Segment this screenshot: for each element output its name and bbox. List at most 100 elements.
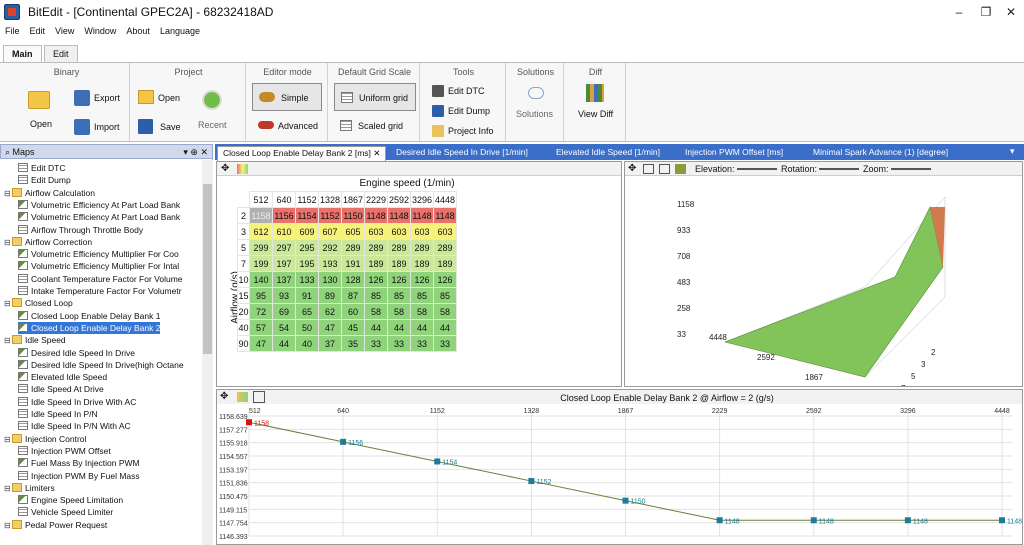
panel-controls[interactable]: ▾ ⊕ ✕	[183, 147, 208, 158]
tree-item[interactable]: Idle Speed In P/N	[18, 408, 98, 420]
grid-cell[interactable]: 189	[410, 255, 434, 272]
grid-cell[interactable]: 189	[364, 255, 388, 272]
tree-item[interactable]: Engine Speed Limitation	[18, 494, 123, 506]
chart-color-icon[interactable]	[237, 392, 248, 402]
rotation-slider[interactable]	[819, 168, 859, 170]
tree-folder[interactable]: ⊟ Limiters	[4, 482, 55, 494]
grid-cell[interactable]: 612	[249, 223, 273, 240]
edit-dump-button[interactable]: Edit Dump	[448, 106, 490, 116]
grid-cell[interactable]: 289	[341, 239, 365, 256]
grid-cell[interactable]: 33	[410, 335, 434, 352]
grid-cell[interactable]: 1148	[387, 207, 411, 224]
grid-cell[interactable]: 189	[433, 255, 457, 272]
menu-edit[interactable]: Edit	[25, 24, 51, 38]
grid-cell[interactable]: 1154	[295, 207, 319, 224]
tree-folder[interactable]: ⊟ Closed Loop	[4, 297, 73, 309]
grid-cell[interactable]: 128	[341, 271, 365, 288]
grid-cell[interactable]: 295	[295, 239, 319, 256]
tree-item[interactable]: Idle Speed At Drive	[18, 383, 104, 395]
move-icon[interactable]: ✥	[220, 391, 228, 402]
doc-tab[interactable]: Desired Idle Speed In Drive [1/min]	[391, 146, 533, 160]
grid-cell[interactable]: 85	[364, 287, 388, 304]
tree-item[interactable]: Edit Dump	[18, 174, 71, 186]
scaled-grid-button[interactable]: Scaled grid	[358, 121, 403, 131]
grid-cell[interactable]: 85	[410, 287, 434, 304]
simple-mode-button[interactable]: Simple	[252, 83, 322, 111]
grid-cell[interactable]: 197	[272, 255, 296, 272]
grid-cell[interactable]: 1152	[318, 207, 342, 224]
doc-tab[interactable]: Closed Loop Enable Delay Bank 2 [ms] ✕	[217, 146, 387, 161]
grid-cell[interactable]: 193	[318, 255, 342, 272]
doc-tab[interactable]: Minimal Spark Advance (1) [degree]	[808, 146, 953, 160]
grid-cell[interactable]: 299	[249, 239, 273, 256]
tree-item[interactable]: Closed Loop Enable Delay Bank 2	[18, 321, 161, 334]
grid-cell[interactable]: 37	[318, 335, 342, 352]
grid-cell[interactable]: 58	[410, 303, 434, 320]
grid-cell[interactable]: 72	[249, 303, 273, 320]
grid-cell[interactable]: 44	[364, 319, 388, 336]
grid-cell[interactable]: 85	[433, 287, 457, 304]
grid-cell[interactable]: 1156	[272, 207, 296, 224]
tree-item[interactable]: Elevated Idle Speed	[18, 371, 107, 383]
zoom-slider[interactable]	[891, 168, 931, 170]
collapse-icon[interactable]: ⊟	[4, 483, 12, 495]
restore-button[interactable]: ❐	[975, 3, 997, 21]
tree-item[interactable]: Airflow Through Throttle Body	[18, 224, 143, 236]
grid-cell[interactable]: 137	[272, 271, 296, 288]
grid-cell[interactable]: 130	[318, 271, 342, 288]
tree-item[interactable]: Closed Loop Enable Delay Bank 1	[18, 310, 160, 322]
surface-icon[interactable]	[675, 164, 686, 174]
ribbon-tab-edit[interactable]: Edit	[44, 45, 78, 63]
grid-cell[interactable]: 133	[295, 271, 319, 288]
tree-item[interactable]: Idle Speed In P/N With AC	[18, 420, 131, 432]
grid-cell[interactable]: 58	[433, 303, 457, 320]
collapse-icon[interactable]: ⊟	[4, 237, 12, 249]
move-icon[interactable]: ✥	[221, 163, 229, 174]
grid-cell[interactable]: 44	[387, 319, 411, 336]
tab-overflow-icon[interactable]: ▾	[1010, 146, 1015, 157]
tree-item[interactable]: Intake Temperature Factor For Volumetr	[18, 285, 182, 297]
tree-item[interactable]: Volumetric Efficiency At Part Load Bank	[18, 211, 180, 223]
tree-folder[interactable]: ⊟ Pedal Power Request	[4, 519, 107, 531]
project-save-button[interactable]: Save	[160, 122, 181, 132]
tree-item[interactable]: Injection PWM Offset	[18, 445, 111, 457]
grid-cell[interactable]: 607	[318, 223, 342, 240]
edit-dtc-button[interactable]: Edit DTC	[448, 86, 485, 96]
grid-cell[interactable]: 85	[387, 287, 411, 304]
grid-cell[interactable]: 605	[341, 223, 365, 240]
menu-language[interactable]: Language	[155, 24, 205, 38]
elevation-slider[interactable]	[737, 168, 777, 170]
project-info-button[interactable]: Project Info	[448, 126, 494, 136]
grid-cell[interactable]: 292	[318, 239, 342, 256]
grid-cell[interactable]: 609	[295, 223, 319, 240]
grid-cell[interactable]: 191	[341, 255, 365, 272]
grid-cell[interactable]: 33	[364, 335, 388, 352]
grid-cell[interactable]: 189	[387, 255, 411, 272]
advanced-mode-button[interactable]: Advanced	[278, 121, 318, 131]
collapse-icon[interactable]: ⊟	[4, 335, 12, 347]
surface-plot-canvas[interactable]: 1158 933 708 483 258 33 4448 2592 1867 235 7	[625, 177, 1022, 386]
collapse-icon[interactable]: ⊟	[4, 298, 12, 310]
grid-cell[interactable]: 289	[410, 239, 434, 256]
grid-cell[interactable]: 87	[341, 287, 365, 304]
grid-cell[interactable]: 57	[249, 319, 273, 336]
grid-cell[interactable]: 289	[364, 239, 388, 256]
grid-cell[interactable]: 95	[249, 287, 273, 304]
tree-item[interactable]: Desired Idle Speed In Drive(high Octane	[18, 359, 184, 371]
grid-cell[interactable]: 199	[249, 255, 273, 272]
tree-item[interactable]: Volumetric Efficiency Multiplier For Int…	[18, 260, 179, 272]
chart-grid-icon[interactable]	[253, 391, 265, 403]
close-tab-icon[interactable]: ✕	[371, 148, 380, 158]
grid-cell[interactable]: 603	[364, 223, 388, 240]
import-button[interactable]: Import	[94, 122, 120, 132]
grid-cell[interactable]: 289	[387, 239, 411, 256]
grid-cell[interactable]: 89	[318, 287, 342, 304]
grid-cell[interactable]: 93	[272, 287, 296, 304]
grid-cell[interactable]: 62	[318, 303, 342, 320]
grid-icon[interactable]	[643, 164, 654, 174]
grid-cell[interactable]: 54	[272, 319, 296, 336]
grid-cell[interactable]: 44	[272, 335, 296, 352]
grid-cell[interactable]: 1148	[410, 207, 434, 224]
collapse-icon[interactable]: ⊟	[4, 188, 12, 200]
doc-tab[interactable]: Injection PWM Offset [ms]	[680, 146, 788, 160]
